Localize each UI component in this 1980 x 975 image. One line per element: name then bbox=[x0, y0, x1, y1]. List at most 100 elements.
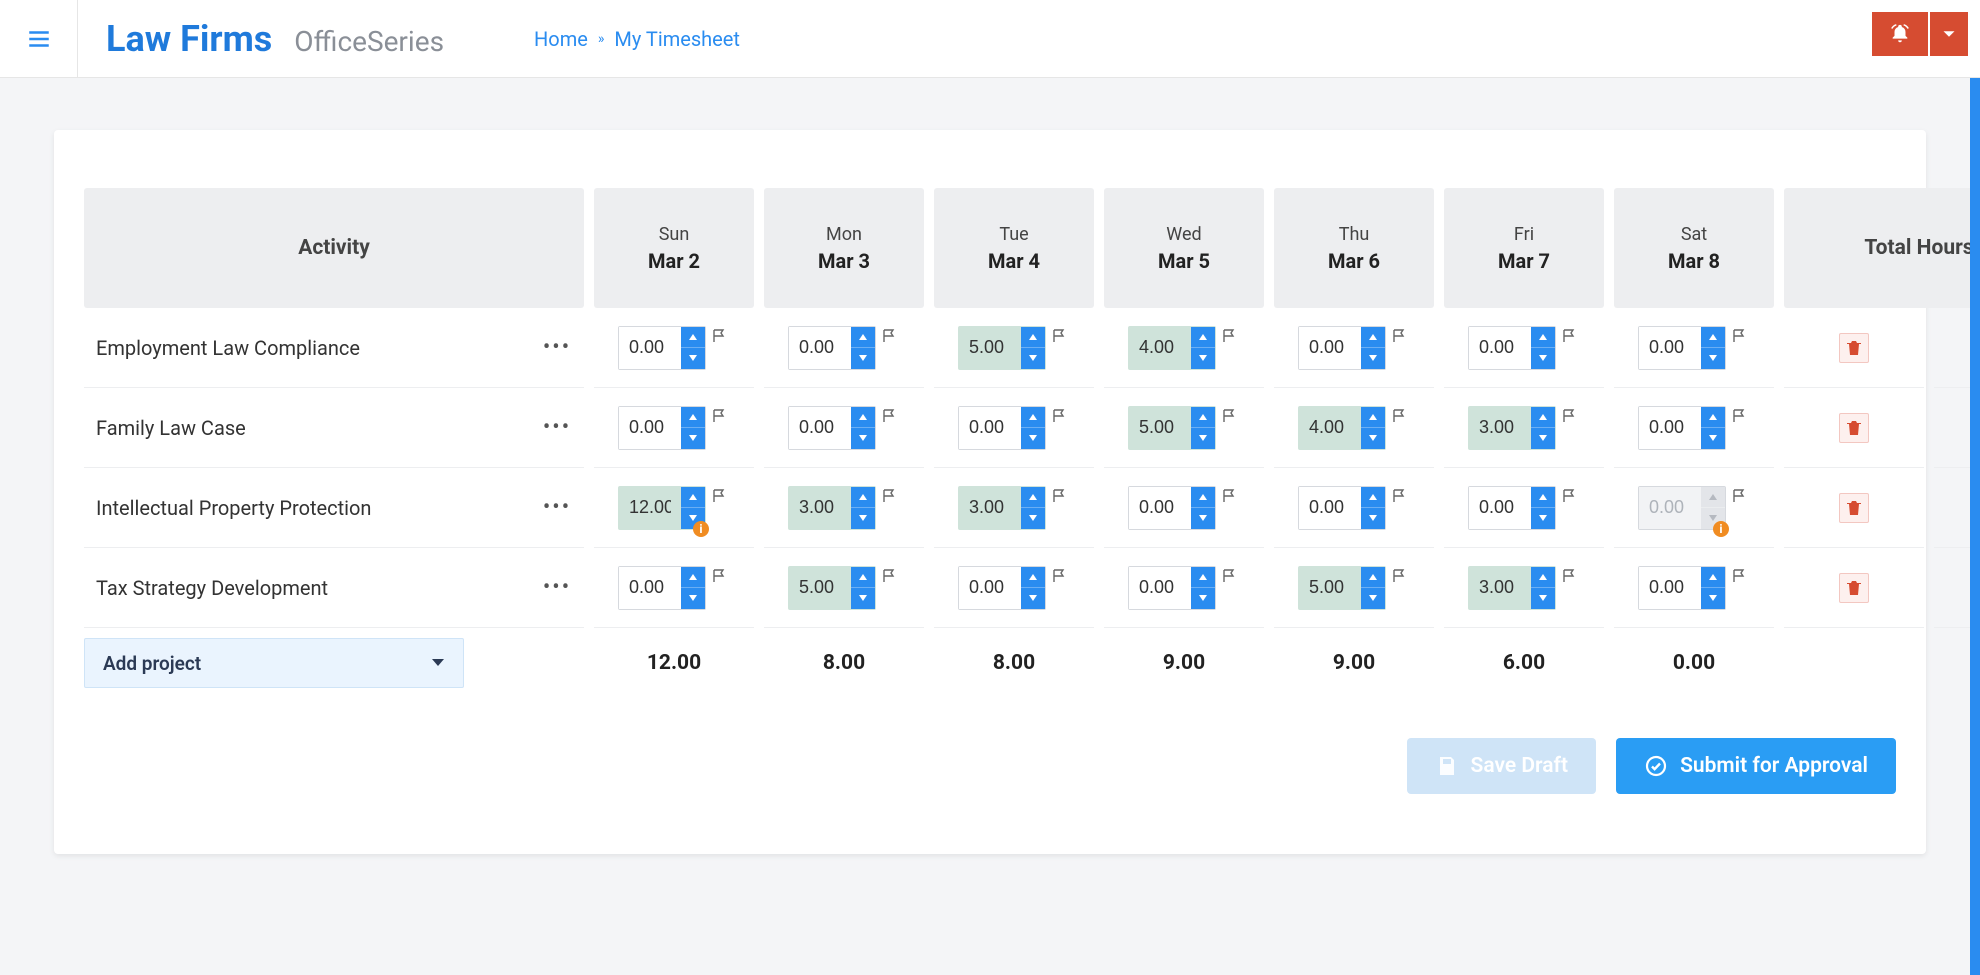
note-flag[interactable] bbox=[1732, 488, 1750, 506]
decrement-button[interactable] bbox=[1191, 508, 1215, 529]
hour-input[interactable] bbox=[1129, 487, 1191, 529]
increment-button[interactable] bbox=[851, 487, 875, 509]
row-more-menu[interactable]: ••• bbox=[540, 491, 574, 525]
hour-input[interactable] bbox=[959, 327, 1021, 369]
note-flag[interactable] bbox=[1052, 488, 1070, 506]
increment-button[interactable] bbox=[1361, 487, 1385, 509]
decrement-button[interactable] bbox=[1701, 428, 1725, 449]
hour-input[interactable] bbox=[1469, 407, 1531, 449]
decrement-button[interactable] bbox=[1021, 348, 1045, 369]
decrement-button[interactable] bbox=[681, 588, 705, 609]
increment-button[interactable] bbox=[851, 327, 875, 349]
hamburger-menu[interactable] bbox=[0, 0, 78, 78]
increment-button[interactable] bbox=[1191, 327, 1215, 349]
increment-button[interactable] bbox=[1191, 567, 1215, 589]
hour-input[interactable] bbox=[1639, 567, 1701, 609]
hour-input[interactable] bbox=[1469, 567, 1531, 609]
scrollbar[interactable] bbox=[1970, 78, 1980, 975]
note-flag[interactable] bbox=[1052, 568, 1070, 586]
save-draft-button[interactable]: Save Draft bbox=[1407, 738, 1597, 794]
hour-input[interactable] bbox=[1299, 487, 1361, 529]
note-flag[interactable] bbox=[1562, 568, 1580, 586]
note-flag[interactable] bbox=[1392, 568, 1410, 586]
note-flag[interactable] bbox=[712, 568, 730, 586]
delete-row-button[interactable] bbox=[1839, 413, 1869, 443]
decrement-button[interactable] bbox=[1701, 588, 1725, 609]
add-project-dropdown[interactable]: Add project bbox=[84, 638, 464, 688]
decrement-button[interactable] bbox=[1531, 588, 1555, 609]
breadcrumb-home[interactable]: Home bbox=[534, 27, 588, 51]
note-flag[interactable] bbox=[712, 328, 730, 346]
decrement-button[interactable] bbox=[1531, 428, 1555, 449]
increment-button[interactable] bbox=[1531, 487, 1555, 509]
increment-button[interactable] bbox=[1701, 567, 1725, 589]
note-flag[interactable] bbox=[882, 408, 900, 426]
hour-input[interactable] bbox=[1299, 407, 1361, 449]
decrement-button[interactable] bbox=[1361, 588, 1385, 609]
increment-button[interactable] bbox=[1701, 487, 1725, 509]
note-flag[interactable] bbox=[1392, 328, 1410, 346]
hour-input[interactable] bbox=[959, 567, 1021, 609]
hour-input[interactable] bbox=[619, 407, 681, 449]
decrement-button[interactable] bbox=[1701, 348, 1725, 369]
alerts-button[interactable] bbox=[1872, 12, 1928, 56]
increment-button[interactable] bbox=[1531, 567, 1555, 589]
decrement-button[interactable] bbox=[851, 348, 875, 369]
hour-input[interactable] bbox=[1129, 407, 1191, 449]
hour-input[interactable] bbox=[619, 567, 681, 609]
hour-input[interactable] bbox=[1639, 487, 1701, 529]
hour-input[interactable] bbox=[1129, 327, 1191, 369]
row-more-menu[interactable]: ••• bbox=[540, 331, 574, 365]
hour-input[interactable] bbox=[1299, 567, 1361, 609]
hour-input[interactable] bbox=[619, 487, 681, 529]
alerts-dropdown[interactable] bbox=[1930, 12, 1968, 56]
increment-button[interactable] bbox=[1361, 567, 1385, 589]
note-flag[interactable] bbox=[1052, 328, 1070, 346]
decrement-button[interactable] bbox=[1361, 428, 1385, 449]
note-flag[interactable] bbox=[1222, 568, 1240, 586]
hour-input[interactable] bbox=[1299, 327, 1361, 369]
decrement-button[interactable] bbox=[1191, 588, 1215, 609]
increment-button[interactable] bbox=[1531, 407, 1555, 429]
increment-button[interactable] bbox=[1361, 327, 1385, 349]
delete-row-button[interactable] bbox=[1839, 333, 1869, 363]
decrement-button[interactable] bbox=[1021, 508, 1045, 529]
hour-input[interactable] bbox=[959, 407, 1021, 449]
increment-button[interactable] bbox=[1021, 567, 1045, 589]
row-more-menu[interactable]: ••• bbox=[540, 411, 574, 445]
increment-button[interactable] bbox=[851, 567, 875, 589]
decrement-button[interactable] bbox=[1021, 428, 1045, 449]
note-flag[interactable] bbox=[1732, 408, 1750, 426]
decrement-button[interactable] bbox=[681, 348, 705, 369]
increment-button[interactable] bbox=[1531, 327, 1555, 349]
decrement-button[interactable] bbox=[1191, 428, 1215, 449]
increment-button[interactable] bbox=[681, 407, 705, 429]
decrement-button[interactable] bbox=[851, 508, 875, 529]
hour-input[interactable] bbox=[1469, 487, 1531, 529]
increment-button[interactable] bbox=[851, 407, 875, 429]
delete-row-button[interactable] bbox=[1839, 573, 1869, 603]
hour-input[interactable] bbox=[1639, 327, 1701, 369]
hour-input[interactable] bbox=[1129, 567, 1191, 609]
decrement-button[interactable] bbox=[851, 588, 875, 609]
hour-input[interactable] bbox=[789, 487, 851, 529]
hour-input[interactable] bbox=[789, 327, 851, 369]
note-flag[interactable] bbox=[1562, 328, 1580, 346]
note-flag[interactable] bbox=[1562, 488, 1580, 506]
delete-row-button[interactable] bbox=[1839, 493, 1869, 523]
hour-input[interactable] bbox=[789, 567, 851, 609]
increment-button[interactable] bbox=[681, 487, 705, 509]
decrement-button[interactable] bbox=[851, 428, 875, 449]
note-flag[interactable] bbox=[712, 408, 730, 426]
note-flag[interactable] bbox=[1222, 488, 1240, 506]
decrement-button[interactable] bbox=[681, 428, 705, 449]
note-flag[interactable] bbox=[882, 568, 900, 586]
note-flag[interactable] bbox=[712, 488, 730, 506]
increment-button[interactable] bbox=[1361, 407, 1385, 429]
note-flag[interactable] bbox=[1222, 328, 1240, 346]
breadcrumb-current[interactable]: My Timesheet bbox=[614, 27, 740, 51]
hour-input[interactable] bbox=[959, 487, 1021, 529]
increment-button[interactable] bbox=[1701, 327, 1725, 349]
note-flag[interactable] bbox=[882, 328, 900, 346]
increment-button[interactable] bbox=[681, 567, 705, 589]
